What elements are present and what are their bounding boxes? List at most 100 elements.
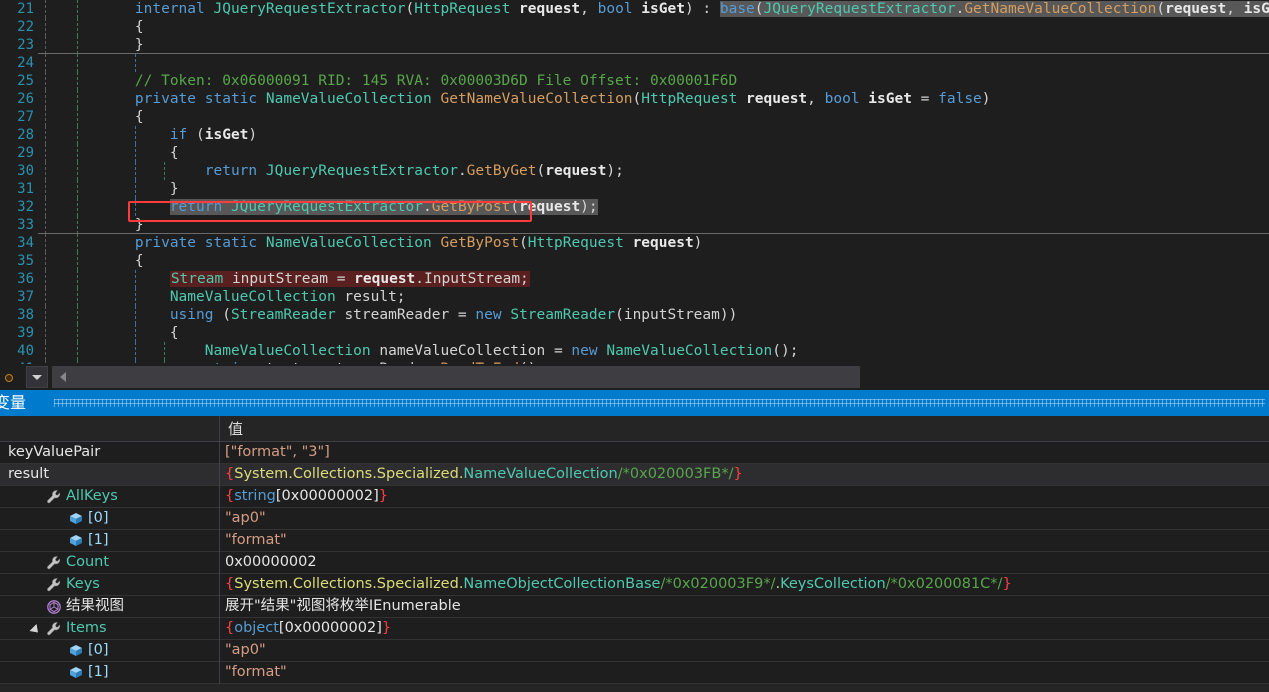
value-token: "format" <box>225 664 287 680</box>
indent-guide <box>77 18 78 36</box>
code-line[interactable]: 34 private static NameValueCollection Get… <box>0 234 1269 252</box>
variable-row[interactable]: [0] "ap0" <box>0 640 1269 662</box>
code-lines-container[interactable]: 21 internal JQueryRequestExtractor(HttpRe… <box>0 0 1269 364</box>
code-token: inputStream = <box>223 271 355 287</box>
code-line[interactable]: 39 { <box>0 324 1269 342</box>
code-line[interactable]: 23} <box>0 36 1269 54</box>
value-token: { <box>225 620 235 636</box>
column-header-value[interactable]: 值 <box>228 416 243 442</box>
editor-horizontal-scrollbar[interactable] <box>0 364 1269 390</box>
variable-row[interactable]: 结果视图 展开"结果"视图将枚举IEnumerable <box>0 596 1269 618</box>
variable-name: Keys <box>66 576 100 592</box>
code-text: using (StreamReader streamReader = new S… <box>170 306 738 324</box>
column-divider[interactable] <box>219 416 220 441</box>
variable-value[interactable]: {System.Collections.Specialized.NameObje… <box>225 574 1269 595</box>
code-line[interactable]: 40 NameValueCollection nameValueCollectio… <box>0 342 1269 360</box>
code-line[interactable]: 26 private static NameValueCollection Get… <box>0 90 1269 108</box>
code-line[interactable]: 24 <box>0 54 1269 72</box>
indent-guide <box>45 252 46 270</box>
code-token: isGet <box>1243 1 1269 17</box>
indent-guide <box>77 144 78 162</box>
value-token: /*0x0200081C*/ <box>885 576 1003 592</box>
code-text: { <box>135 108 144 126</box>
code-editor[interactable]: 21 internal JQueryRequestExtractor(HttpRe… <box>0 0 1269 364</box>
code-token: JQueryRequestExtractor <box>230 199 424 215</box>
code-token: ( <box>519 235 528 251</box>
variable-row[interactable]: result {System.Collections.Specialized.Na… <box>0 464 1269 486</box>
variable-row[interactable]: Items {object[0x00000002]} <box>0 618 1269 640</box>
code-line[interactable]: 30 return JQueryRequestExtractor.GetByGet… <box>0 162 1269 180</box>
variable-row[interactable]: [1] "format" <box>0 530 1269 552</box>
code-line[interactable]: 37 NameValueCollection result; <box>0 288 1269 306</box>
code-token: private <box>134 235 197 251</box>
variable-row[interactable]: Count 0x00000002 <box>0 552 1269 574</box>
column-divider <box>219 574 220 596</box>
indent-guide <box>45 270 46 288</box>
code-line[interactable]: 21 internal JQueryRequestExtractor(HttpRe… <box>0 0 1269 18</box>
variable-name: Count <box>66 554 110 570</box>
code-text: { <box>170 144 179 162</box>
indent-guide <box>45 36 46 54</box>
tree-expander-icon[interactable] <box>29 623 42 637</box>
variable-row[interactable]: [0] "ap0" <box>0 508 1269 530</box>
code-tokens: { <box>135 253 144 269</box>
code-token: . <box>955 1 965 17</box>
scroll-left-button[interactable] <box>52 366 74 388</box>
variable-value[interactable]: {object[0x00000002]} <box>225 618 1269 639</box>
variable-value[interactable]: "ap0" <box>225 640 1269 661</box>
indent-guide <box>164 342 165 360</box>
code-line[interactable]: 27 { <box>0 108 1269 126</box>
indent-guide <box>45 180 46 198</box>
value-token: } <box>1002 576 1012 592</box>
scrollbar-thumb[interactable] <box>74 366 860 388</box>
code-line[interactable]: 25 // Token: 0x06000091 RID: 145 RVA: 0x0… <box>0 72 1269 90</box>
variable-value[interactable]: 0x00000002 <box>225 552 1269 573</box>
code-token: new <box>571 343 598 359</box>
scroll-options-dropdown[interactable] <box>26 366 48 388</box>
indent-guide <box>45 144 46 162</box>
variable-row[interactable]: [1] "format" <box>0 662 1269 684</box>
variable-value[interactable]: ["format", "3"] <box>225 442 1269 463</box>
value-token: { <box>225 488 235 504</box>
code-line[interactable]: 31} <box>0 180 1269 198</box>
code-tokens: { <box>135 19 144 35</box>
variable-value[interactable]: "format" <box>225 530 1269 551</box>
debugger-window: 21 internal JQueryRequestExtractor(HttpRe… <box>0 0 1269 692</box>
code-line[interactable]: 29 { <box>0 144 1269 162</box>
variable-value[interactable]: {System.Collections.Specialized.NameValu… <box>225 464 1269 485</box>
code-line[interactable]: 38 using (StreamReader streamReader = new… <box>0 306 1269 324</box>
line-number: 39 <box>17 325 34 341</box>
wrench-icon <box>46 621 62 637</box>
variable-value[interactable]: "format" <box>225 662 1269 683</box>
code-line[interactable]: 28 if (isGet) <box>0 126 1269 144</box>
indent-guide <box>45 18 46 36</box>
line-number: 30 <box>17 163 34 179</box>
variables-rows-container[interactable]: keyValuePair ["format", "3"] result {System… <box>0 442 1269 684</box>
indent-guide <box>77 108 78 126</box>
variable-row[interactable]: keyValuePair ["format", "3"] <box>0 442 1269 464</box>
code-tokens: using (StreamReader streamReader = new S… <box>170 307 738 323</box>
code-line[interactable]: 35 { <box>0 252 1269 270</box>
indent-guide <box>77 180 78 198</box>
indent-guide <box>77 216 78 234</box>
code-token: NameValueCollection <box>265 91 432 107</box>
code-line[interactable]: 33} <box>0 216 1269 234</box>
code-tokens: NameValueCollection nameValueCollection … <box>205 343 799 359</box>
code-token: using <box>169 307 214 323</box>
variable-value[interactable]: "ap0" <box>225 508 1269 529</box>
code-line[interactable]: 36 Stream inputStream = request.InputStre… <box>0 270 1269 288</box>
code-token: // Token: 0x06000091 RID: 145 RVA: 0x000… <box>134 73 738 89</box>
variable-value[interactable]: {string[0x00000002]} <box>225 486 1269 507</box>
variables-panel-titlebar[interactable]: 变量 <box>0 390 1269 416</box>
code-line[interactable]: 32 return JQueryRequestExtractor.GetByPos… <box>0 198 1269 216</box>
code-token: request <box>519 1 581 17</box>
variable-value[interactable]: 展开"结果"视图将枚举IEnumerable <box>225 596 1269 617</box>
scrollbar-track[interactable] <box>74 366 1269 388</box>
line-number: 27 <box>17 109 34 125</box>
variable-row[interactable]: AllKeys {string[0x00000002]} <box>0 486 1269 508</box>
variable-row[interactable]: Keys {System.Collections.Specialized.Name… <box>0 574 1269 596</box>
code-line[interactable]: 22 { <box>0 18 1269 36</box>
